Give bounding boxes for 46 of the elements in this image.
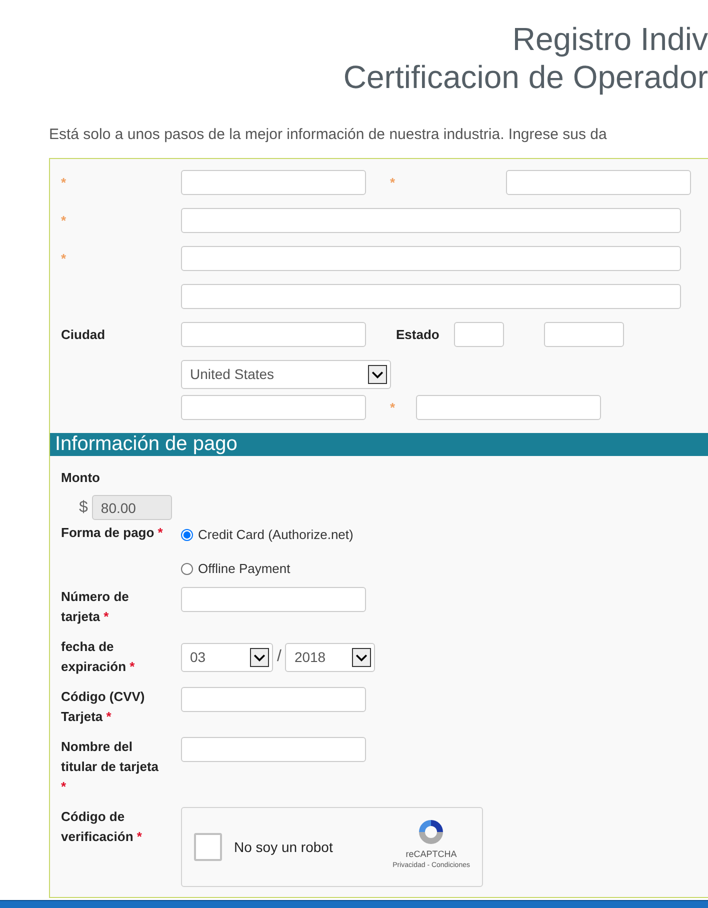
- input-field[interactable]: [544, 322, 624, 348]
- year-dropdown[interactable]: 2018: [285, 642, 376, 672]
- field-label: Nombre del titular de tarjeta *: [61, 739, 159, 794]
- captcha-label: No soy un robot: [234, 838, 333, 857]
- input-field[interactable]: [181, 246, 681, 272]
- radio-button[interactable]: [181, 562, 193, 575]
- input-field[interactable]: [181, 395, 366, 420]
- option-label[interactable]: Credit Card (Authorize.net): [198, 525, 354, 545]
- required-mark: *: [61, 251, 66, 266]
- field-label: Monto: [61, 470, 100, 486]
- field-label: Estado: [396, 326, 440, 344]
- input-field[interactable]: [181, 208, 681, 234]
- option-label[interactable]: Offline Payment: [198, 558, 290, 578]
- required-mark: *: [390, 174, 396, 190]
- field-label: Forma de pago *: [61, 525, 163, 540]
- intro-text: Está solo a unos pasos de la mejor información de nuestra industria. Ingrese sus da: [49, 124, 608, 145]
- page-title: Certificacion de Operador: [342, 58, 708, 97]
- captcha-brand: reCAPTCHA: [406, 848, 457, 862]
- month-dropdown[interactable]: 03: [181, 642, 273, 672]
- required-mark: *: [61, 213, 66, 228]
- caret-icon: [352, 648, 372, 667]
- input-field[interactable]: [181, 170, 366, 196]
- country-dropdown[interactable]: United States: [181, 360, 391, 390]
- caret-icon: [250, 648, 269, 667]
- section-header: Información de pago: [50, 433, 708, 456]
- page-title: Registro Indiv: [511, 20, 708, 58]
- input-field[interactable]: [181, 284, 681, 310]
- input-field[interactable]: [181, 587, 366, 612]
- caret-icon: [368, 365, 387, 384]
- field-label: fecha de expiración *: [61, 639, 135, 674]
- input-field[interactable]: [506, 170, 691, 196]
- input-field[interactable]: [454, 322, 504, 348]
- field-label: Código de verificación *: [61, 809, 142, 844]
- required-mark: *: [390, 400, 396, 415]
- input-field[interactable]: [181, 322, 366, 348]
- field-label: Código (CVV) Tarjeta *: [61, 689, 145, 724]
- currency-symbol: $: [79, 498, 88, 518]
- input-field[interactable]: [416, 395, 601, 420]
- field-label: Ciudad: [61, 327, 106, 342]
- input-field[interactable]: [181, 737, 366, 762]
- radio-button[interactable]: [181, 529, 193, 542]
- checkbox[interactable]: [194, 833, 222, 862]
- date-separator: /: [277, 647, 282, 668]
- input-field[interactable]: [181, 687, 366, 712]
- required-mark: *: [61, 175, 66, 190]
- field-label: Número de tarjeta *: [61, 589, 129, 624]
